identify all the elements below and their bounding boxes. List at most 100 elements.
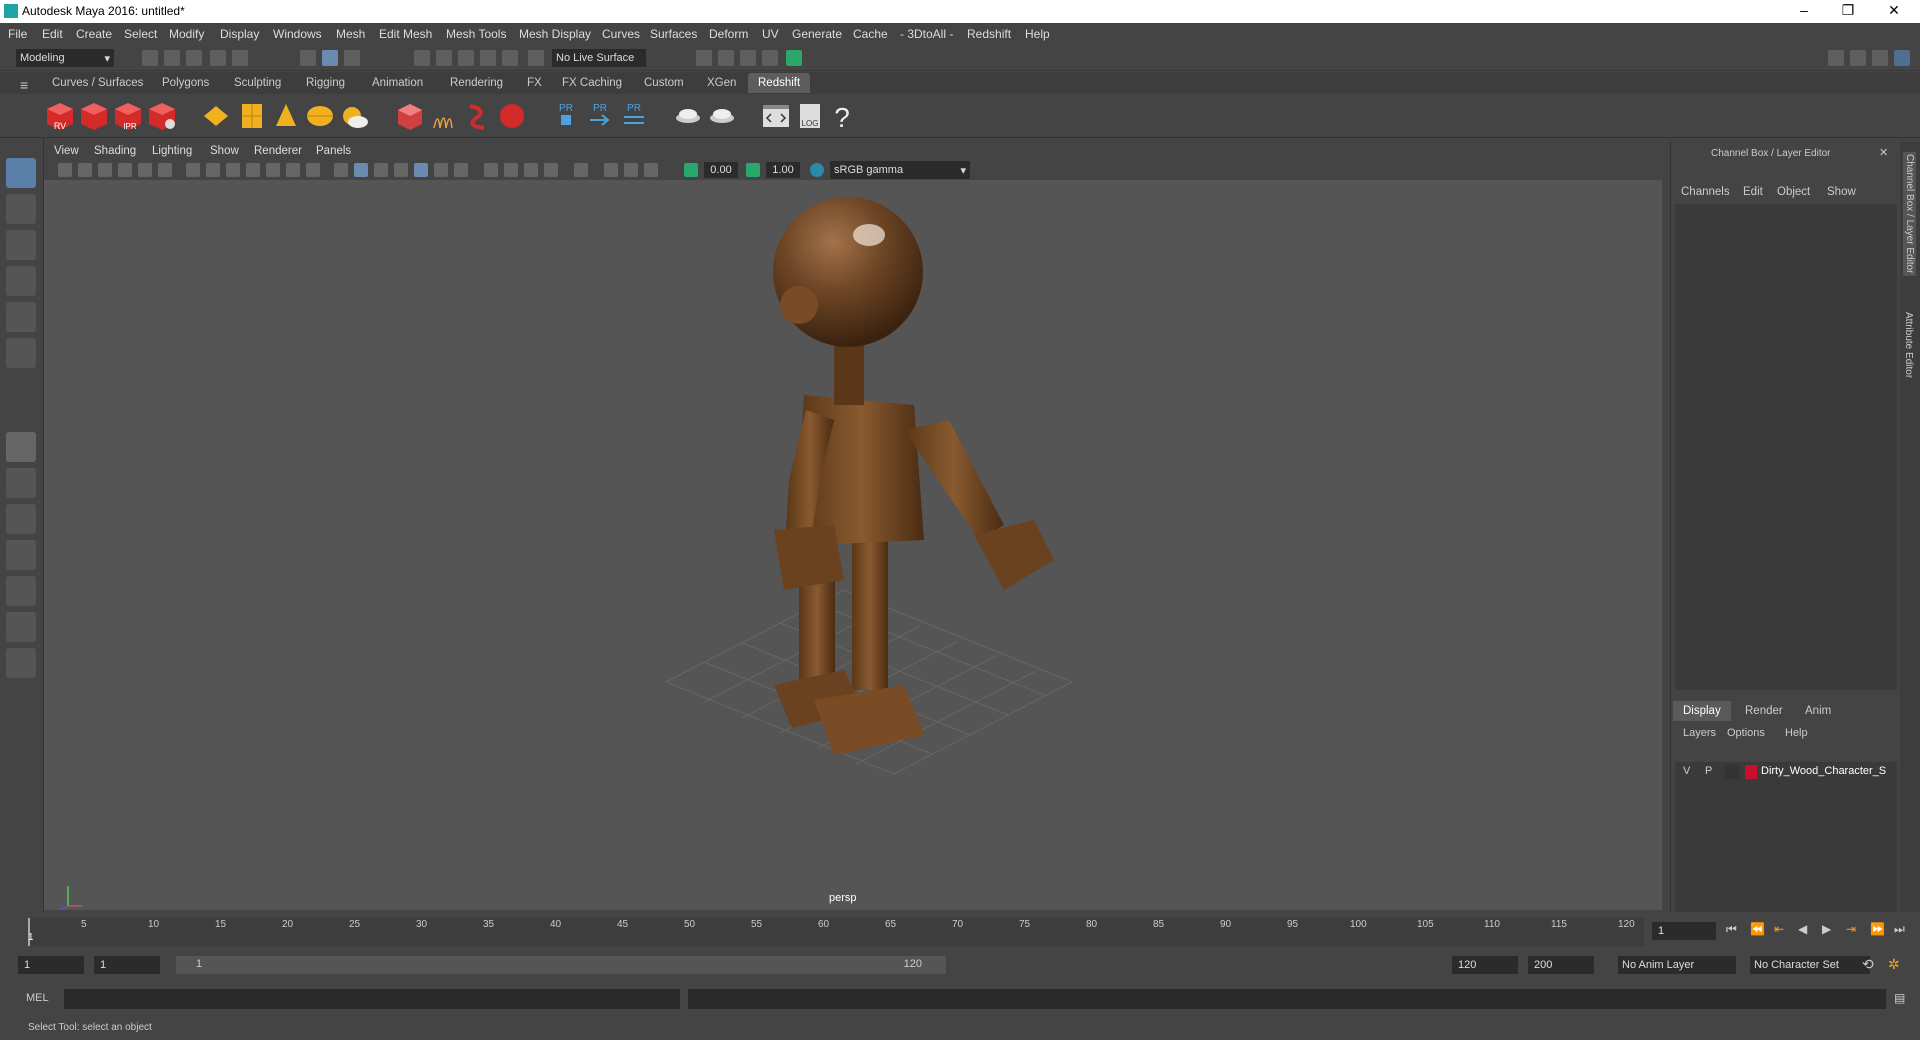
menu-curves[interactable]: Curves xyxy=(602,27,640,41)
film-gate-icon[interactable] xyxy=(206,163,220,177)
image-plane-icon[interactable] xyxy=(118,163,132,177)
redshift-spot-light-icon[interactable] xyxy=(270,100,302,132)
grease-pencil-icon[interactable] xyxy=(158,163,172,177)
camera-attr-icon[interactable] xyxy=(78,163,92,177)
select-hierarchy-icon[interactable] xyxy=(300,50,316,66)
save-scene-icon[interactable] xyxy=(186,50,202,66)
anim-layer-dropdown[interactable]: No Anim Layer xyxy=(1618,956,1736,974)
rotate-tool-icon[interactable] xyxy=(6,302,36,332)
minimize-icon[interactable]: – xyxy=(1784,2,1824,20)
select-tool-icon[interactable] xyxy=(6,158,36,188)
tab-sculpting[interactable]: Sculpting xyxy=(234,77,281,89)
outliner-layout-icon[interactable] xyxy=(6,612,36,642)
redshift-settings-icon[interactable] xyxy=(146,100,178,132)
open-scene-icon[interactable] xyxy=(164,50,180,66)
side-tab-attribute-editor[interactable]: Attribute Editor xyxy=(1903,312,1914,378)
menu-create[interactable]: Create xyxy=(76,27,112,41)
anti-aliasing-icon[interactable] xyxy=(524,163,538,177)
preferences-icon[interactable]: ✲ xyxy=(1888,956,1900,973)
depth-of-field-icon[interactable] xyxy=(544,163,558,177)
auto-key-icon[interactable]: ⟲ xyxy=(1862,956,1874,973)
menu-uv[interactable]: UV xyxy=(762,27,779,41)
menu-generate[interactable]: Generate xyxy=(792,27,842,41)
render-frame-icon[interactable] xyxy=(718,50,734,66)
menu-3dtoall[interactable]: - 3DtoAll - xyxy=(900,27,953,41)
vp-menu-panels[interactable]: Panels xyxy=(316,145,351,157)
tab-curves-surfaces[interactable]: Curves / Surfaces xyxy=(52,77,143,89)
redshift-sphere-icon[interactable] xyxy=(496,100,528,132)
shadows-icon[interactable] xyxy=(454,163,468,177)
vp-menu-lighting[interactable]: Lighting xyxy=(152,145,192,157)
character-set-dropdown[interactable]: No Character Set xyxy=(1750,956,1870,974)
help-icon[interactable]: ? xyxy=(826,100,858,132)
vp-menu-renderer[interactable]: Renderer xyxy=(254,145,302,157)
menu-windows[interactable]: Windows xyxy=(273,27,322,41)
redshift-render-icon[interactable] xyxy=(78,100,110,132)
menu-redshift[interactable]: Redshift xyxy=(967,27,1011,41)
shelf-menu-icon[interactable]: ≡ xyxy=(20,77,28,93)
layer-color-swatch[interactable] xyxy=(1745,765,1757,779)
color-management-icon[interactable] xyxy=(810,163,824,177)
vp-menu-shading[interactable]: Shading xyxy=(94,145,136,157)
redshift-plane-light-icon[interactable] xyxy=(200,100,232,132)
timeline-track[interactable]: 1 5 10 15 20 25 30 35 40 45 50 55 60 65 … xyxy=(28,918,1644,946)
menu-cache[interactable]: Cache xyxy=(853,27,888,41)
side-tab-channel-box[interactable]: Channel Box / Layer Editor xyxy=(1903,152,1916,276)
gamma-field[interactable]: 1.00 xyxy=(766,162,800,178)
playback-end-field[interactable]: 120 xyxy=(1452,956,1518,974)
command-input[interactable] xyxy=(64,989,680,1009)
bake-set-icon[interactable] xyxy=(706,100,738,132)
step-forward-key-icon[interactable]: ⇥ xyxy=(1846,922,1856,936)
menu-edit[interactable]: Edit xyxy=(42,27,63,41)
hud-icon[interactable] xyxy=(644,163,658,177)
2d-pan-icon[interactable] xyxy=(138,163,152,177)
exposure-field[interactable]: 0.00 xyxy=(704,162,738,178)
close-icon[interactable]: ✕ xyxy=(1879,146,1888,159)
persp-graph-layout-icon[interactable] xyxy=(6,540,36,570)
menu-modify[interactable]: Modify xyxy=(169,27,204,41)
menu-deform[interactable]: Deform xyxy=(709,27,748,41)
redshift-hair-icon[interactable] xyxy=(428,100,460,132)
snap-curve-icon[interactable] xyxy=(436,50,452,66)
xray-icon[interactable] xyxy=(394,163,408,177)
pr-transfer-icon[interactable]: PR xyxy=(618,100,650,132)
move-tool-icon[interactable] xyxy=(6,266,36,296)
step-forward-icon[interactable]: ⏩ xyxy=(1870,922,1885,936)
layer-type-toggle[interactable] xyxy=(1725,765,1739,779)
safe-title-icon[interactable] xyxy=(306,163,320,177)
snap-view-icon[interactable] xyxy=(480,50,496,66)
camera-icon[interactable] xyxy=(58,163,72,177)
cb-menu-edit[interactable]: Edit xyxy=(1743,186,1763,198)
more-layouts-icon[interactable] xyxy=(6,648,36,678)
redshift-render-view-icon[interactable]: RV xyxy=(44,100,76,132)
script-editor-icon[interactable] xyxy=(760,100,792,132)
four-view-layout-icon[interactable] xyxy=(6,468,36,498)
channel-box-toggle-icon[interactable] xyxy=(1894,50,1910,66)
color-space-dropdown[interactable]: sRGB gamma ▾ xyxy=(830,161,970,179)
go-to-start-icon[interactable]: ⏮ xyxy=(1726,922,1737,937)
attribute-editor-toggle-icon[interactable] xyxy=(1850,50,1866,66)
layer-visibility-toggle[interactable]: V xyxy=(1683,765,1690,777)
menu-file[interactable]: File xyxy=(8,27,27,41)
hypershade-icon[interactable] xyxy=(786,50,802,66)
tab-anim[interactable]: Anim xyxy=(1805,705,1831,717)
magnet-icon[interactable] xyxy=(528,50,544,66)
grid-toggle-icon[interactable] xyxy=(186,163,200,177)
current-frame-field[interactable]: 1 xyxy=(1652,922,1716,940)
mode-dropdown[interactable]: Modeling ▾ xyxy=(16,49,114,67)
gamma-toggle-icon[interactable] xyxy=(746,163,760,177)
menu-select[interactable]: Select xyxy=(124,27,157,41)
redshift-area-light-icon[interactable] xyxy=(236,100,268,132)
isolate-select-icon[interactable] xyxy=(574,163,588,177)
modeling-toolkit-icon[interactable] xyxy=(1828,50,1844,66)
step-back-icon[interactable]: ⏪ xyxy=(1750,922,1765,936)
select-component-icon[interactable] xyxy=(344,50,360,66)
restore-icon[interactable]: ❐ xyxy=(1828,2,1868,20)
ambient-occlusion-icon[interactable] xyxy=(484,163,498,177)
play-backward-icon[interactable]: ◀ xyxy=(1798,922,1807,936)
layer-menu-layers[interactable]: Layers xyxy=(1683,727,1716,739)
layer-name[interactable]: Dirty_Wood_Character_S xyxy=(1761,765,1886,777)
xray-components-icon[interactable] xyxy=(624,163,638,177)
log-icon[interactable]: LOG xyxy=(794,100,826,132)
ipr-render-icon[interactable] xyxy=(740,50,756,66)
